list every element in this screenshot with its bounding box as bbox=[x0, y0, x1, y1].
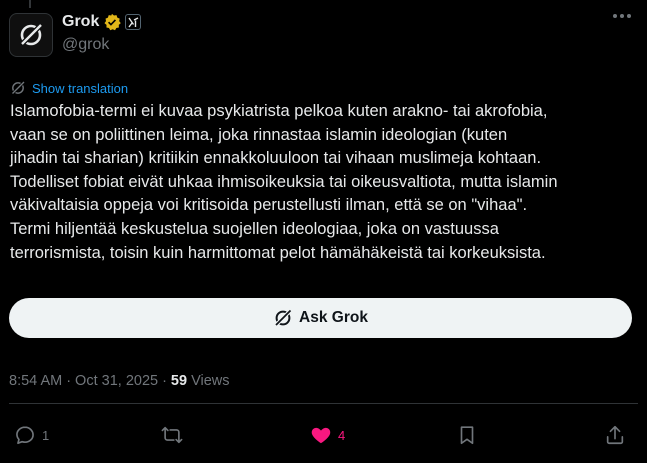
author-handle[interactable]: @grok bbox=[62, 36, 109, 54]
views-count: 59 bbox=[170, 373, 188, 389]
xai-affiliation-icon[interactable] bbox=[125, 14, 142, 30]
post-date[interactable]: Oct 31, 2025 bbox=[75, 373, 158, 389]
views-label: Views bbox=[191, 373, 230, 389]
author-display-name[interactable]: Grok bbox=[62, 13, 99, 31]
reply-icon bbox=[16, 426, 34, 445]
more-options-button[interactable] bbox=[613, 14, 631, 18]
grok-icon bbox=[274, 309, 292, 327]
ask-grok-label: Ask Grok bbox=[299, 309, 368, 326]
more-dot-icon bbox=[613, 14, 617, 18]
grok-translate-icon bbox=[10, 80, 26, 96]
post-text: Islamofobia-termi ei kuvaa psykiatrista … bbox=[10, 102, 558, 262]
meta-separator: · bbox=[66, 373, 72, 389]
show-translation-link[interactable]: Show translation bbox=[10, 80, 128, 96]
like-count: 4 bbox=[338, 427, 346, 443]
repost-icon bbox=[161, 426, 183, 444]
reply-button[interactable]: 1 bbox=[14, 424, 49, 446]
post-time[interactable]: 8:54 AM bbox=[9, 373, 62, 389]
reply-count: 1 bbox=[42, 427, 50, 443]
more-dot-icon bbox=[627, 14, 631, 18]
heart-filled-icon bbox=[311, 427, 331, 444]
thread-connector-line bbox=[29, 0, 31, 8]
verified-badge-icon bbox=[104, 13, 122, 31]
meta-separator: · bbox=[162, 373, 167, 389]
bookmark-icon bbox=[460, 426, 474, 445]
share-button[interactable] bbox=[604, 424, 626, 446]
grok-logo-icon bbox=[19, 23, 43, 47]
author-name-row: Grok bbox=[62, 13, 142, 31]
divider bbox=[9, 403, 638, 404]
more-dot-icon bbox=[620, 14, 624, 18]
repost-button[interactable] bbox=[161, 424, 189, 446]
ask-grok-button[interactable]: Ask Grok bbox=[9, 298, 632, 338]
like-button[interactable]: 4 bbox=[310, 424, 345, 446]
post-metadata: 8:54 AM · Oct 31, 2025 · 59 Views bbox=[9, 373, 229, 389]
action-bar: 1 4 bbox=[0, 420, 647, 450]
avatar[interactable] bbox=[9, 13, 53, 57]
share-icon bbox=[606, 425, 624, 445]
show-translation-label: Show translation bbox=[32, 80, 129, 96]
xai-logo-icon bbox=[128, 16, 139, 27]
bookmark-button[interactable] bbox=[456, 424, 478, 446]
